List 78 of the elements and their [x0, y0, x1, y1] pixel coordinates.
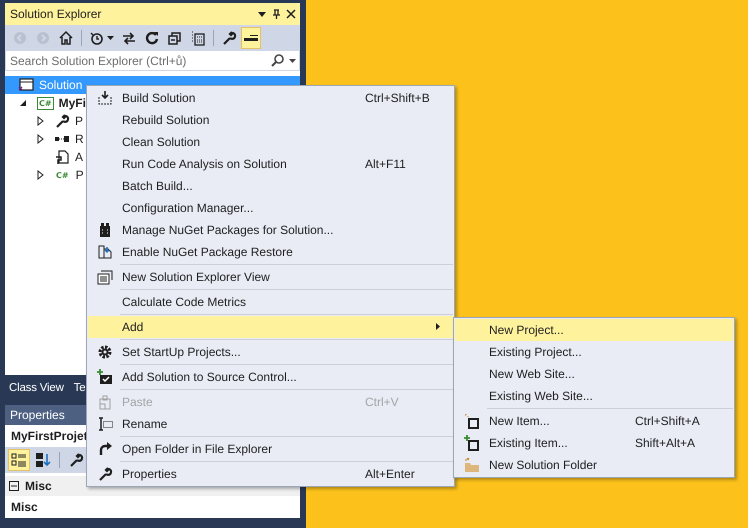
panel-title: Properties — [10, 408, 65, 422]
menu-item[interactable]: Set StartUp Projects... — [88, 341, 453, 363]
solution-icon — [18, 77, 34, 93]
menu-item[interactable]: Existing Project... — [455, 341, 733, 363]
menu-item[interactable]: Open Folder in File Explorer — [88, 438, 453, 460]
search-icon — [270, 52, 286, 68]
caret-icon — [107, 36, 114, 40]
files-icon — [190, 30, 206, 46]
menu-item[interactable]: New Item... Ctrl+Shift+A — [455, 410, 733, 432]
package-icon — [97, 222, 113, 238]
clipboard-icon — [97, 394, 113, 410]
menu-item[interactable]: New Web Site... — [455, 363, 733, 385]
menu-item[interactable]: Enable NuGet Package Restore — [88, 241, 453, 263]
clock-icon — [89, 30, 105, 46]
wrench-icon — [68, 452, 84, 468]
window-icon — [97, 269, 113, 285]
menu-item[interactable]: Existing Item... Shift+Alt+A — [455, 432, 733, 454]
category-label: Misc — [25, 479, 52, 493]
panel-title: Solution Explorer — [10, 7, 102, 21]
wrench-icon — [97, 466, 113, 482]
tray-arrow-icon — [97, 90, 113, 106]
categorized-button[interactable] — [8, 449, 30, 471]
sync-arrows-icon — [121, 30, 137, 46]
search-field[interactable]: Search Solution Explorer (Ctrl+ů) — [5, 50, 300, 71]
menu-item[interactable]: Configuration Manager... — [88, 197, 453, 219]
tree-item[interactable]: MyFi — [58, 96, 86, 110]
tree-item[interactable]: A — [75, 150, 84, 164]
menu-item[interactable]: Rename — [88, 413, 453, 435]
collapsed-arrow-icon[interactable] — [36, 134, 44, 144]
caret-icon — [289, 58, 296, 62]
menu-item[interactable]: Rebuild Solution — [88, 109, 453, 131]
menu-item[interactable]: New Solution Folder — [455, 454, 733, 476]
menu-item[interactable]: Manage NuGet Packages for Solution... — [88, 219, 453, 241]
collapse-icon — [167, 30, 183, 46]
wrench-icon — [221, 30, 237, 46]
preview-icon — [244, 34, 258, 40]
collapse-box-icon[interactable] — [9, 481, 19, 491]
property-name: Misc — [11, 500, 38, 514]
collapsed-arrow-icon[interactable] — [36, 116, 44, 126]
language-label: C# — [37, 96, 54, 110]
folder-icon — [464, 457, 480, 473]
dropdown-icon[interactable] — [257, 9, 267, 19]
menu-item[interactable]: Add — [88, 316, 453, 338]
close-icon[interactable] — [286, 9, 296, 19]
tree-item[interactable]: P — [76, 168, 84, 182]
wrench-icon — [54, 113, 70, 129]
object-name: MyFirstProjet — [11, 429, 88, 443]
menu-item[interactable]: Properties Alt+Enter — [88, 463, 453, 485]
menu-item[interactable]: Batch Build... — [88, 175, 453, 197]
menu-item[interactable]: Calculate Code Metrics — [88, 291, 453, 313]
curved-arrow-icon — [97, 441, 113, 457]
expanded-arrow-icon[interactable] — [18, 98, 28, 108]
menu-item[interactable]: New Project... — [455, 319, 733, 341]
restore-icon — [97, 244, 113, 260]
collapsed-arrow-icon[interactable] — [36, 170, 44, 180]
preview-button[interactable] — [241, 26, 261, 48]
square-plus-icon — [464, 435, 480, 451]
config-file-icon — [54, 149, 70, 165]
refresh-icon — [144, 30, 160, 46]
tree-item[interactable]: P — [75, 114, 84, 128]
categorized-icon — [11, 452, 27, 468]
pin-icon[interactable] — [271, 8, 282, 20]
menu-item[interactable]: Existing Web Site... — [455, 385, 733, 407]
text-cursor-icon — [97, 416, 113, 432]
menu-item[interactable]: Build Solution Ctrl+Shift+B — [88, 87, 453, 109]
panel-tab[interactable]: Class View — [5, 378, 68, 397]
menu-item[interactable]: Clean Solution — [88, 131, 453, 153]
home-icon — [58, 30, 74, 46]
language-label: C# — [55, 170, 70, 182]
menu-item[interactable]: Add Solution to Source Control... — [88, 366, 453, 388]
menu-item[interactable]: Run Code Analysis on Solution Alt+F11 — [88, 153, 453, 175]
gear-icon — [97, 344, 113, 360]
tree-item[interactable]: R — [75, 132, 84, 146]
panel-tab[interactable]: Te — [70, 378, 90, 397]
square-sparkle-icon — [464, 413, 480, 429]
checked-box-plus-icon — [97, 369, 113, 385]
menu-item[interactable]: New Solution Explorer View — [88, 266, 453, 288]
sort-icon — [35, 452, 51, 468]
